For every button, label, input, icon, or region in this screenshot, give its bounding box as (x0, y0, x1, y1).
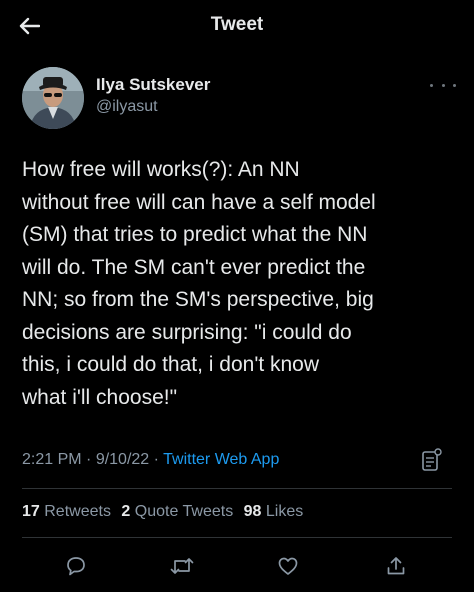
retweets-stat[interactable]: 17 Retweets (22, 503, 111, 520)
author-handle[interactable]: @ilyasut (96, 98, 158, 116)
divider (22, 488, 452, 489)
engagement-stats: 17 Retweets 2 Quote Tweets 98 Likes (22, 503, 309, 521)
retweets-label: Retweets (44, 503, 111, 520)
retweets-count: 17 (22, 503, 40, 520)
more-dot-icon (441, 83, 445, 87)
tweet-meta: 2:21 PM · 9/10/22 · Twitter Web App (22, 451, 279, 469)
share-icon (387, 557, 405, 575)
quote-tweets-count: 2 (121, 503, 131, 520)
more-dot-icon (453, 83, 456, 87)
likes-label: Likes (265, 503, 304, 520)
meta-separator: · (81, 451, 96, 468)
meta-separator: · (149, 451, 164, 468)
likes-count: 98 (243, 503, 262, 520)
tweet-time[interactable]: 2:21 PM (22, 451, 82, 468)
analytics-icon (422, 448, 442, 471)
retweet-icon (170, 558, 194, 574)
author-name[interactable]: Ilya Sutskever (96, 75, 210, 95)
action-bar (0, 548, 474, 584)
heart-icon (278, 557, 298, 575)
top-bar: Tweet (0, 0, 474, 52)
quote-tweets-stat[interactable]: 2 Quote Tweets (121, 503, 233, 520)
page-title: Tweet (210, 14, 264, 35)
like-button[interactable] (274, 552, 302, 580)
more-dot-icon (430, 83, 433, 87)
more-options-button[interactable] (430, 78, 456, 92)
profile-photo (22, 67, 84, 129)
tweet-text: How free will works(?): An NN without fr… (22, 158, 376, 409)
quote-tweets-label: Quote Tweets (134, 503, 234, 520)
reply-button[interactable] (62, 552, 90, 580)
likes-stat[interactable]: 98 Likes (244, 503, 304, 520)
retweet-button[interactable] (168, 552, 196, 580)
tweet-date[interactable]: 9/10/22 (96, 451, 149, 468)
reply-icon (67, 557, 85, 576)
share-button[interactable] (382, 552, 410, 580)
analytics-button[interactable] (420, 447, 444, 473)
avatar[interactable] (22, 67, 84, 129)
tweet-source-link[interactable]: Twitter Web App (163, 451, 279, 468)
divider (22, 537, 452, 538)
